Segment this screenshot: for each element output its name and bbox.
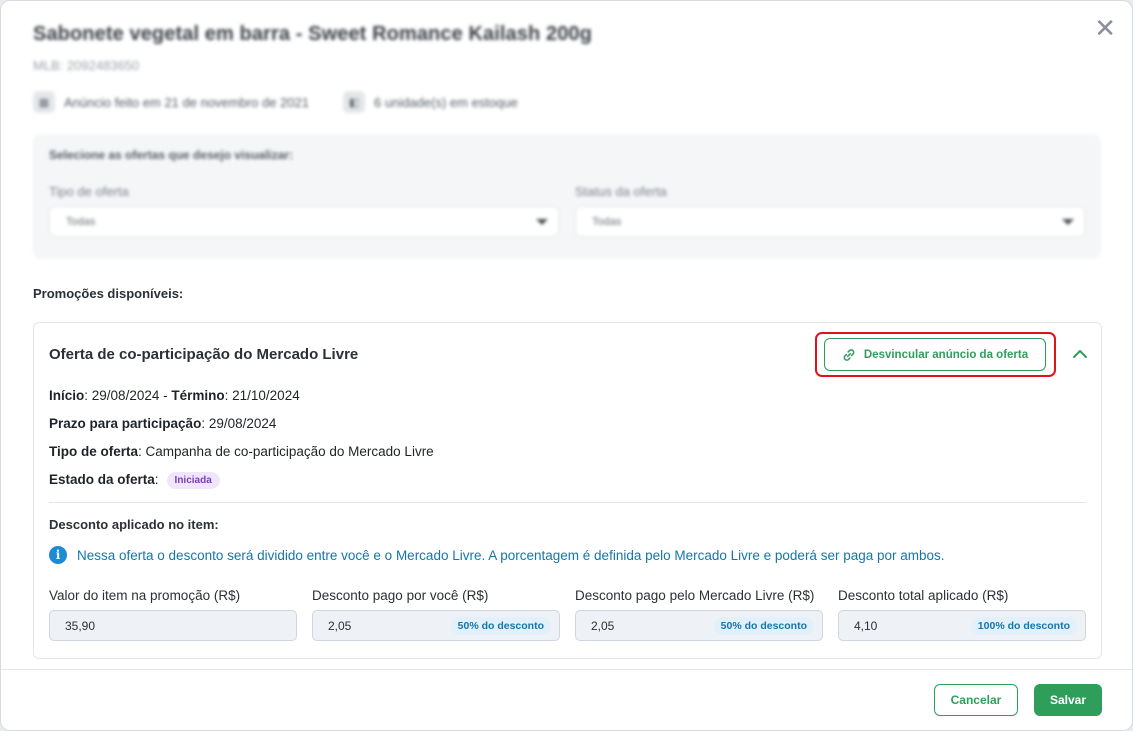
filters-title: Selecione as ofertas que desejo visualiz…	[49, 148, 294, 162]
field-value: 4,10	[854, 618, 878, 633]
status-badge: Iniciada	[166, 472, 220, 489]
seller-discount-input: 2,05 50% do desconto	[312, 610, 560, 641]
offer-status: Estado da oferta: Iniciada	[49, 472, 220, 489]
offer-status-filter: Status da oferta Todas	[575, 184, 1085, 237]
offer-status-select[interactable]: Todas	[575, 206, 1085, 237]
offer-status-label: Status da oferta	[575, 184, 667, 199]
deadline-value: 29/08/2024	[208, 416, 277, 431]
start-value: 29/08/2024	[91, 388, 160, 403]
end-label: Término	[171, 388, 225, 403]
seller-discount-field: Desconto pago por você (R$) 2,05 50% do …	[312, 588, 560, 641]
deadline-label: Prazo para participação	[49, 416, 202, 431]
listed-date-text: Anúncio feito em 21 de novembro de 2021	[64, 94, 310, 110]
discount-notice: i Nessa oferta o desconto será dividido …	[49, 546, 945, 564]
type-label: Tipo de oferta	[49, 444, 139, 459]
end-value: 21/10/2024	[232, 388, 300, 403]
promotions-modal: Sabonete vegetal em barra - Sweet Romanc…	[0, 0, 1133, 731]
offer-type-value: Todas	[66, 215, 96, 228]
field-label: Valor do item na promoção (R$)	[49, 588, 241, 603]
product-meta: ▦ Anúncio feito em 21 de novembro de 202…	[33, 91, 518, 113]
link-icon	[843, 348, 855, 361]
close-icon[interactable]: ✕	[1094, 15, 1116, 41]
start-label: Início	[49, 388, 85, 403]
field-label: Desconto total aplicado (R$)	[838, 588, 1009, 603]
field-label: Desconto pago por você (R$)	[312, 588, 489, 603]
type-value: Campanha de co-participação do Mercado L…	[145, 444, 434, 459]
footer-divider	[1, 669, 1132, 670]
ml-discount-input: 2,05 50% do desconto	[575, 610, 823, 641]
discount-title: Desconto aplicado no item:	[49, 517, 219, 532]
offer-type-filter: Tipo de oferta Todas	[49, 184, 559, 237]
status-label: Estado da oferta	[49, 472, 155, 487]
promo-price-input[interactable]: 35,90	[49, 610, 297, 641]
offer-status-value: Todas	[592, 215, 622, 228]
offer-type-label: Tipo de oferta	[49, 184, 129, 199]
percentage-badge: 50% do desconto	[450, 616, 551, 635]
field-value: 35,90	[65, 618, 96, 633]
listed-date-item: ▦ Anúncio feito em 21 de novembro de 202…	[33, 91, 309, 113]
caret-down-icon	[1062, 218, 1074, 225]
cancel-button[interactable]: Cancelar	[934, 684, 1018, 716]
promotions-section-title: Promoções disponíveis:	[33, 286, 184, 301]
ml-discount-field: Desconto pago pelo Mercado Livre (R$) 2,…	[575, 588, 823, 641]
promotion-card: Oferta de co-participação do Mercado Liv…	[33, 322, 1102, 659]
unlink-offer-button[interactable]: Desvincular anúncio da oferta	[824, 338, 1046, 371]
field-value: 2,05	[591, 618, 615, 633]
save-button[interactable]: Salvar	[1034, 684, 1102, 716]
chevron-up-icon[interactable]	[1070, 344, 1090, 364]
promotion-title: Oferta de co-participação do Mercado Liv…	[49, 346, 359, 363]
stock-item: ◧ 6 unidade(s) em estoque	[343, 91, 518, 113]
unlink-offer-label: Desvincular anúncio da oferta	[863, 348, 1029, 361]
box-icon: ◧	[343, 91, 366, 113]
offer-dates: Início: 29/08/2024 - Término: 21/10/2024	[49, 388, 300, 403]
offer-filters: Selecione as ofertas que desejo visualiz…	[33, 134, 1101, 259]
offer-type-select[interactable]: Todas	[49, 206, 559, 237]
total-discount-field: Desconto total aplicado (R$) 4,10 100% d…	[838, 588, 1086, 641]
total-discount-input: 4,10 100% do desconto	[838, 610, 1086, 641]
field-label: Desconto pago pelo Mercado Livre (R$)	[575, 588, 815, 603]
percentage-badge: 50% do desconto	[713, 616, 814, 635]
stock-text: 6 unidade(s) em estoque	[374, 94, 518, 110]
product-title: Sabonete vegetal em barra - Sweet Romanc…	[33, 23, 592, 45]
calendar-icon: ▦	[33, 91, 55, 113]
percentage-badge: 100% do desconto	[970, 616, 1077, 635]
divider	[49, 502, 1086, 503]
promo-price-field: Valor do item na promoção (R$) 35,90	[49, 588, 297, 641]
offer-type: Tipo de oferta: Campanha de co-participa…	[49, 444, 434, 459]
info-icon: i	[49, 546, 67, 564]
offer-deadline: Prazo para participação: 29/08/2024	[49, 416, 277, 431]
field-value: 2,05	[328, 618, 352, 633]
product-mlb-id: MLB: 2092483650	[33, 58, 140, 73]
caret-down-icon	[536, 218, 548, 225]
notice-text: Nessa oferta o desconto será dividido en…	[77, 547, 945, 563]
